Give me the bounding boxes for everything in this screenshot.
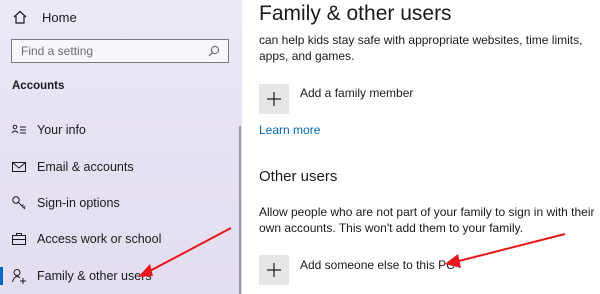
sidebar-item-label: Email & accounts <box>37 160 134 174</box>
other-users-description: Allow people who are not part of your fa… <box>259 205 595 235</box>
sidebar-item-family-other-users[interactable]: Family & other users <box>0 263 239 289</box>
learn-more-link[interactable]: Learn more <box>259 123 320 137</box>
sidebar-item-label: Sign-in options <box>37 196 120 210</box>
sidebar-item-label: Family & other users <box>37 269 152 283</box>
key-icon <box>12 196 26 210</box>
add-family-member-button[interactable] <box>259 84 289 114</box>
add-family-member-label[interactable]: Add a family member <box>300 86 413 100</box>
sidebar-item-access-work-school[interactable]: Access work or school <box>0 226 239 252</box>
family-description: can help kids stay safe with appropriate… <box>259 33 583 63</box>
sidebar-item-label: Your info <box>37 123 86 137</box>
page-title: Family & other users <box>259 2 452 25</box>
search-input[interactable]: Find a setting <box>11 39 229 63</box>
sidebar-scrollbar[interactable] <box>239 126 241 294</box>
add-someone-else-button[interactable] <box>259 255 289 285</box>
sidebar-item-email-accounts[interactable]: Email & accounts <box>0 154 239 180</box>
person-icon <box>12 269 26 284</box>
settings-sidebar: Home Find a setting Accounts Your info E… <box>0 0 242 294</box>
home-nav-item[interactable]: Home <box>12 6 77 28</box>
add-someone-else-label[interactable]: Add someone else to this PC <box>300 258 455 272</box>
other-users-heading: Other users <box>259 168 338 185</box>
briefcase-icon <box>12 233 26 245</box>
mail-icon <box>12 162 26 172</box>
home-icon <box>13 10 27 24</box>
sidebar-item-your-info[interactable]: Your info <box>0 117 239 143</box>
search-icon[interactable] <box>208 45 220 57</box>
plus-icon <box>267 92 281 106</box>
section-title-accounts: Accounts <box>12 80 65 92</box>
search-placeholder: Find a setting <box>21 44 94 58</box>
main-content: Family & other users can help kids stay … <box>242 0 600 294</box>
home-label: Home <box>42 9 77 25</box>
active-indicator <box>0 267 3 285</box>
plus-icon <box>267 263 281 277</box>
your-info-icon <box>11 124 26 134</box>
sidebar-item-label: Access work or school <box>37 232 162 246</box>
sidebar-item-sign-in-options[interactable]: Sign-in options <box>0 190 239 216</box>
